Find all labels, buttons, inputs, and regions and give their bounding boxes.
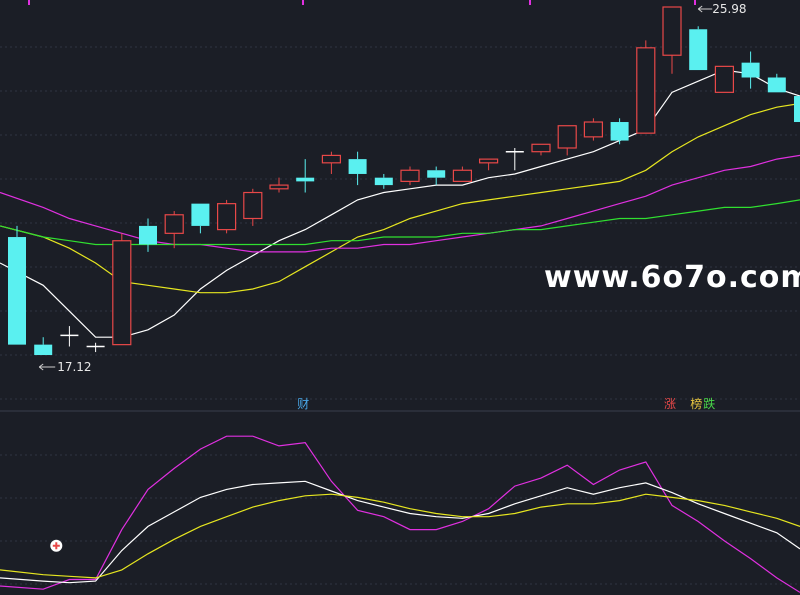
candle-body-up — [243, 191, 263, 220]
candle — [714, 65, 735, 93]
candle-body-down — [348, 159, 367, 174]
candle-body-down — [610, 122, 629, 141]
candle-body-up — [217, 203, 237, 231]
stock-chart: 17.12 25.98 财 涨榜跌 www.6o7o.com — [0, 0, 800, 595]
candle-body-up — [479, 158, 499, 164]
top-tick — [302, 0, 304, 5]
candle-body-up — [112, 240, 132, 346]
candle-body-up — [531, 143, 551, 153]
candle — [583, 118, 604, 141]
plus-marker-icon — [50, 539, 63, 552]
candle — [636, 40, 656, 134]
candle-body-up — [452, 169, 472, 182]
candle-body-up — [164, 214, 184, 234]
candle-body-down — [8, 237, 26, 345]
candle-body-up — [400, 169, 420, 182]
candle — [8, 225, 26, 345]
candle-body-up — [583, 121, 604, 138]
watermark-text: www.6o7o.com — [544, 260, 800, 295]
candle-body-up — [662, 6, 682, 56]
candle-body-up — [321, 154, 341, 164]
event-marker: 涨 — [664, 396, 676, 411]
candle-body-down — [741, 62, 760, 78]
event-marker: 榜 — [690, 396, 702, 411]
candle-body-down — [767, 77, 786, 93]
candle-body-down — [34, 344, 53, 356]
candle-body-down — [296, 177, 315, 182]
event-marker: 财 — [297, 397, 309, 411]
candle-body-up — [714, 65, 735, 93]
candle-body-down — [427, 170, 446, 178]
event-marker: 跌 — [703, 396, 715, 411]
top-tick — [28, 0, 30, 5]
candle — [689, 26, 708, 71]
top-tick — [694, 0, 696, 5]
candle — [610, 118, 629, 145]
candle — [112, 233, 132, 346]
top-tick — [529, 0, 531, 5]
annotation-label: 25.98 — [712, 2, 746, 16]
annotation-label: 17.12 — [57, 360, 91, 374]
candle-body-down — [374, 177, 393, 186]
candle-body-down — [689, 29, 708, 71]
candle-body-up — [557, 125, 577, 149]
candle-body-down — [794, 96, 800, 123]
candle-body-down — [139, 225, 157, 245]
candle-body-down — [191, 203, 210, 226]
candle-body-up — [269, 184, 289, 190]
candle — [217, 199, 237, 234]
candle-body-up — [636, 47, 656, 134]
